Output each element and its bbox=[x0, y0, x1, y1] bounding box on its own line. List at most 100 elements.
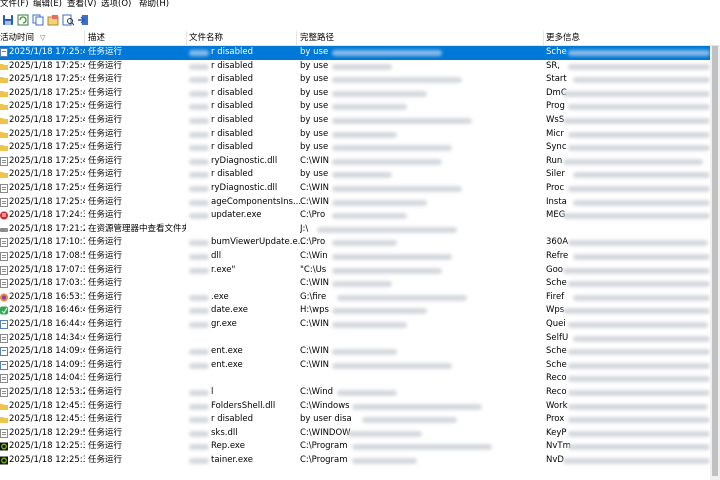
table-row[interactable]: 2025/1/18 17:25:49任务运行r disabledby useWs… bbox=[0, 114, 710, 128]
folder-icon bbox=[0, 170, 8, 179]
column-header-path[interactable]: 完整路径 bbox=[300, 31, 334, 45]
redacted-region bbox=[563, 458, 710, 464]
table-row[interactable]: 2025/1/18 17:25:48任务运行r disabledby useSi… bbox=[0, 168, 710, 182]
red-icon bbox=[0, 211, 8, 220]
folder-icon bbox=[0, 402, 8, 411]
table-row[interactable]: 2025/1/18 14:04:39任务运行Reco bbox=[0, 372, 710, 386]
menu-file[interactable]: 文件(F) bbox=[0, 0, 29, 10]
table-row[interactable]: 2025/1/18 17:25:48任务运行ageComponentsIns..… bbox=[0, 196, 710, 210]
redacted-region bbox=[563, 213, 710, 220]
activity-description: 任务运行 bbox=[88, 210, 123, 221]
table-row[interactable]: 2025/1/18 17:25:49任务运行r disabledby useSy… bbox=[0, 141, 710, 155]
activity-description: 任务运行 bbox=[88, 264, 123, 275]
properties-icon[interactable] bbox=[47, 14, 59, 26]
column-header-time[interactable]: 活动时间 bbox=[0, 31, 34, 45]
table-row[interactable]: 2025/1/18 12:29:51任务运行sks.dllC:\WINDOWKe… bbox=[0, 427, 710, 441]
redacted-region bbox=[332, 104, 407, 111]
table-row[interactable]: 2025/1/18 17:25:48任务运行ryDiagnostic.dllC:… bbox=[0, 155, 710, 169]
table-row[interactable]: 2025/1/18 17:25:49任务运行r disabledby useSR… bbox=[0, 60, 710, 74]
full-path: C:\Wind bbox=[300, 387, 334, 397]
column-divider[interactable] bbox=[296, 31, 297, 45]
table-row[interactable]: 2025/1/18 12:45:36任务运行r disabledby user … bbox=[0, 413, 710, 427]
table-row[interactable]: 2025/1/18 16:44:41任务运行gr.exeC:\WINQuei bbox=[0, 318, 710, 332]
table-row[interactable]: 2025/1/18 12:25:39任务运行tainer.exeC:\Progr… bbox=[0, 454, 710, 468]
redacted-region bbox=[189, 444, 209, 451]
folder-icon bbox=[0, 130, 8, 139]
table-row[interactable]: 2025/1/18 14:09:39任务运行ent.exeC:\WINSche bbox=[0, 359, 710, 373]
activity-time: 2025/1/18 14:04:39 bbox=[9, 373, 85, 384]
table-row[interactable]: 2025/1/18 17:24:31任务运行updater.exeC:\ProM… bbox=[0, 209, 710, 223]
table-row[interactable]: 2025/1/18 17:08:57任务运行dllC:\WinRefre bbox=[0, 250, 710, 264]
table-row[interactable]: 2025/1/18 16:53:16任务运行.exeG:\fireFiref bbox=[0, 291, 710, 305]
file-name bbox=[189, 277, 317, 291]
redacted-region bbox=[573, 172, 710, 179]
redacted-region bbox=[352, 458, 417, 464]
redacted-region bbox=[189, 403, 209, 410]
table-row[interactable]: 2025/1/18 17:03:15任务运行C:\WINSche bbox=[0, 277, 710, 291]
redacted-region bbox=[189, 430, 209, 437]
activity-time: 2025/1/18 17:25:49 bbox=[9, 101, 85, 112]
menu-help[interactable]: 帮助(H) bbox=[139, 0, 169, 10]
column-header-more[interactable]: 更多信息 bbox=[546, 31, 580, 45]
scrollbar-thumb[interactable] bbox=[712, 46, 718, 476]
activity-time: 2025/1/18 17:25:49 bbox=[9, 60, 85, 71]
copy-icon[interactable] bbox=[32, 14, 44, 26]
activity-description: 任务运行 bbox=[88, 455, 123, 465]
table-row[interactable]: 2025/1/18 17:25:49任务运行r disabledby useSc… bbox=[0, 46, 710, 60]
activity-time: 2025/1/18 17:25:48 bbox=[9, 169, 85, 180]
table-row[interactable]: 2025/1/18 17:25:49任务运行r disabledby usePr… bbox=[0, 100, 710, 114]
column-divider[interactable] bbox=[543, 31, 544, 45]
redacted-region bbox=[189, 322, 209, 328]
activity-description: 任务运行 bbox=[88, 251, 123, 261]
column-header-desc[interactable]: 描述 bbox=[88, 31, 105, 45]
redacted-region bbox=[568, 63, 710, 70]
table-row[interactable]: 2025/1/18 17:10:11任务运行bumViewerUpdate.e.… bbox=[0, 236, 710, 250]
table-row[interactable]: 2025/1/18 17:21:24在资源管理器中查看文件夹J:\ bbox=[0, 223, 710, 237]
table-row[interactable]: 2025/1/18 12:45:36任务运行FoldersShell.dllC:… bbox=[0, 400, 710, 414]
column-header-file[interactable]: 文件名称 bbox=[189, 31, 223, 45]
activity-description: 任务运行 bbox=[88, 169, 123, 180]
activity-time: 2025/1/18 12:53:26 bbox=[9, 387, 85, 397]
table-row[interactable]: 2025/1/18 17:25:49任务运行r disabledby useSt… bbox=[0, 73, 710, 87]
redacted-region bbox=[568, 322, 708, 328]
folder-icon bbox=[0, 89, 8, 98]
table-row[interactable]: 2025/1/18 17:25:49任务运行r disabledby useMi… bbox=[0, 128, 710, 142]
activity-time: 2025/1/18 17:03:15 bbox=[9, 278, 85, 289]
find-icon[interactable] bbox=[62, 14, 75, 26]
menu-options[interactable]: 选项(O) bbox=[101, 0, 131, 10]
redacted-region bbox=[568, 362, 710, 369]
table-row[interactable]: 2025/1/18 17:25:49任务运行r disabledby useDm… bbox=[0, 87, 710, 101]
redacted-region bbox=[568, 281, 710, 288]
file-name bbox=[189, 372, 317, 386]
table-row[interactable]: 2025/1/18 14:09:40任务运行ent.exeC:\WINSche bbox=[0, 345, 710, 359]
activity-description: 任务运行 bbox=[88, 196, 123, 207]
activity-description: 任务运行 bbox=[88, 60, 123, 71]
redacted-region bbox=[189, 417, 209, 424]
column-divider[interactable] bbox=[186, 31, 187, 45]
redacted-region bbox=[332, 281, 392, 288]
table-row[interactable]: 2025/1/18 17:25:48任务运行ryDiagnostic.dllC:… bbox=[0, 182, 710, 196]
table-row[interactable]: 2025/1/18 14:34:48任务运行SelfU bbox=[0, 332, 710, 346]
table-row[interactable]: 2025/1/18 16:46:40任务运行date.exeH:\wpsWps bbox=[0, 304, 710, 318]
table-row[interactable]: 2025/1/18 17:07:38任务运行r.exe""C:\UsGoo bbox=[0, 264, 710, 278]
redacted-region bbox=[332, 308, 427, 315]
menu-edit[interactable]: 编辑(E) bbox=[33, 0, 62, 10]
redacted-region bbox=[189, 186, 209, 192]
menu-view[interactable]: 查看(V) bbox=[67, 0, 96, 10]
task-icon bbox=[0, 48, 8, 57]
table-row[interactable]: 2025/1/18 12:53:26任务运行lC:\WindReco bbox=[0, 386, 710, 400]
redacted-region bbox=[189, 118, 209, 124]
activity-time: 2025/1/18 17:25:48 bbox=[9, 183, 85, 193]
column-divider[interactable] bbox=[84, 31, 85, 45]
file-name bbox=[189, 332, 317, 346]
exit-icon[interactable] bbox=[77, 14, 89, 26]
table-row[interactable]: 2025/1/18 12:25:39任务运行Rep.exeC:\ProgramN… bbox=[0, 440, 710, 454]
redacted-region bbox=[189, 267, 209, 274]
save-icon[interactable] bbox=[2, 14, 14, 26]
refresh-icon[interactable] bbox=[17, 14, 29, 26]
redacted-region bbox=[189, 349, 209, 356]
activity-description: 任务运行 bbox=[88, 400, 123, 411]
activity-description: 任务运行 bbox=[88, 101, 123, 112]
activity-time: 2025/1/18 12:45:36 bbox=[9, 400, 85, 411]
vertical-scrollbar[interactable] bbox=[710, 46, 720, 480]
